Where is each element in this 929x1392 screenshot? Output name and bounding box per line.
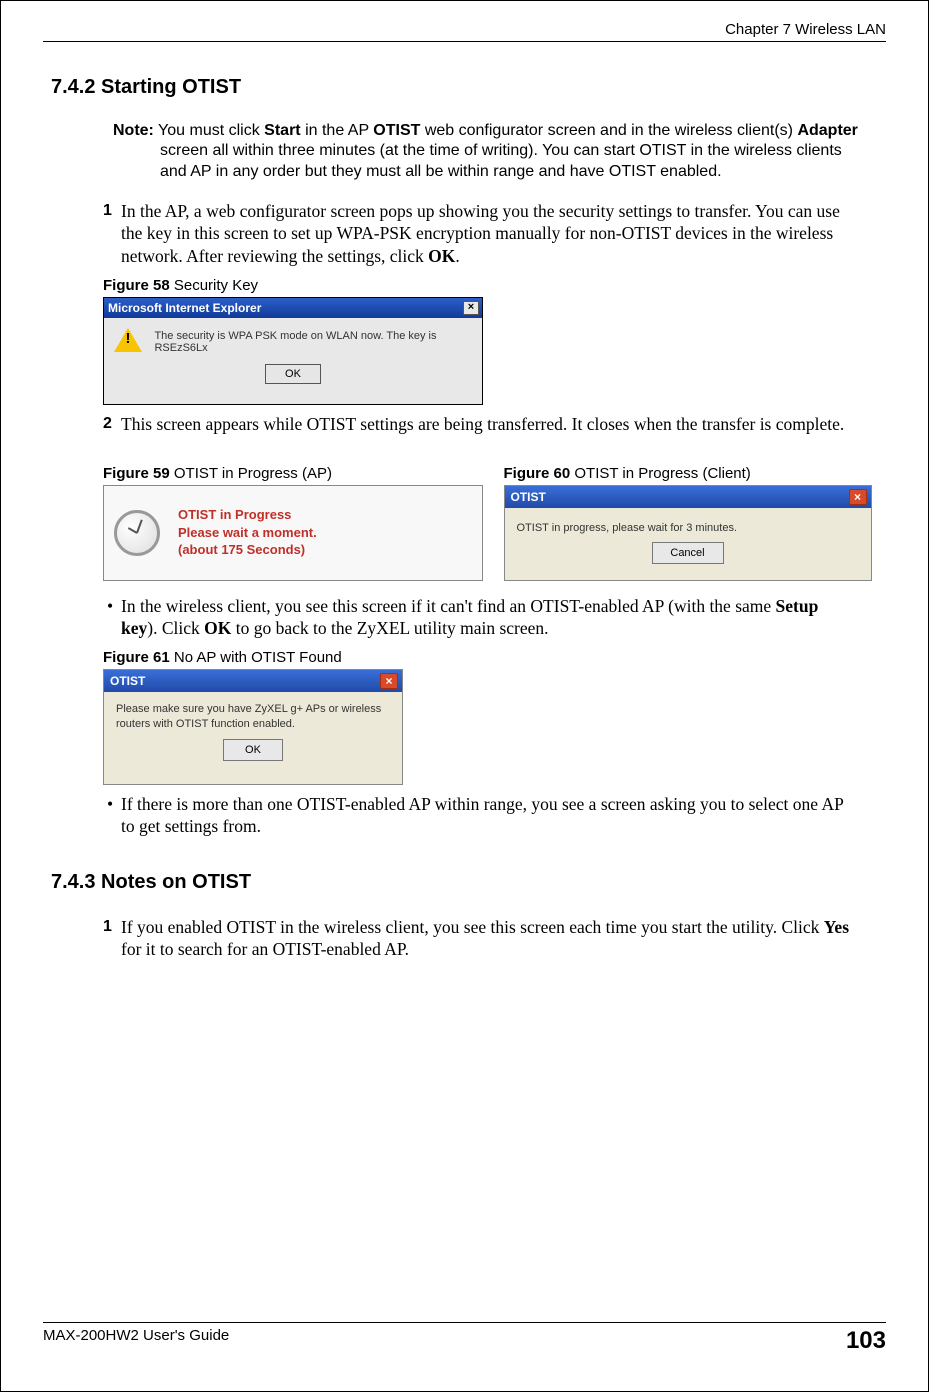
close-icon[interactable]: × [463, 301, 479, 315]
close-icon[interactable]: × [380, 673, 398, 689]
figure-60-label: Figure 60 [504, 465, 575, 482]
note-text-1: You must click [154, 122, 264, 139]
clock-icon [114, 510, 160, 556]
fig58-titlebar: Microsoft Internet Explorer × [104, 298, 482, 318]
fig61-title-text: OTIST [110, 674, 145, 688]
section743-step1-a: If you enabled OTIST in the wireless cli… [121, 917, 824, 937]
section743-step1-b: Yes [824, 917, 849, 937]
section743-step-1-number: 1 [103, 917, 112, 937]
step-1-text-c: . [455, 246, 459, 266]
section-743-heading: 7.4.3 Notes on OTIST [51, 871, 886, 894]
step-2: 2 This screen appears while OTIST settin… [121, 413, 858, 435]
cancel-button[interactable]: Cancel [652, 542, 724, 564]
bullet1-d: OK [204, 618, 231, 638]
step-1: 1 In the AP, a web configurator screen p… [121, 200, 858, 266]
bullet1-e: to go back to the ZyXEL utility main scr… [231, 618, 548, 638]
figure-59-dialog: OTIST in Progress Please wait a moment. … [103, 485, 483, 581]
figure-61-label: Figure 61 [103, 649, 174, 666]
step-2-number: 2 [103, 414, 112, 434]
section743-step-1: 1 If you enabled OTIST in the wireless c… [121, 916, 858, 960]
bullet-2: • If there is more than one OTIST-enable… [121, 793, 858, 837]
figure-59-title: OTIST in Progress (AP) [174, 465, 332, 482]
note-bold-start: Start [264, 122, 300, 139]
footer-guide-name: MAX-200HW2 User's Guide [43, 1327, 229, 1344]
fig60-titlebar: OTIST × [505, 486, 871, 508]
warning-icon [114, 328, 140, 356]
fig58-message: The security is WPA PSK mode on WLAN now… [154, 330, 474, 354]
page-footer: MAX-200HW2 User's Guide 103 [43, 1322, 886, 1355]
fig59-line1: OTIST in Progress [178, 507, 291, 522]
note-block: Note: You must click Start in the AP OTI… [113, 121, 858, 182]
fig60-message: OTIST in progress, please wait for 3 min… [505, 508, 871, 540]
figure-58-dialog: Microsoft Internet Explorer × The securi… [103, 297, 483, 405]
bullet1-c: ). Click [147, 618, 204, 638]
fig59-line3: (about 175 Seconds) [178, 542, 305, 557]
note-text-4: screen all within three minutes (at the … [160, 142, 842, 179]
figure-61-dialog: OTIST × Please make sure you have ZyXEL … [103, 669, 403, 785]
figure-58-caption: Figure 58 Security Key [103, 277, 886, 294]
note-text-3: web configurator screen and in the wirel… [420, 122, 797, 139]
note-bold-adapter: Adapter [797, 122, 857, 139]
figure-60-caption: Figure 60 OTIST in Progress (Client) [504, 465, 887, 482]
figure-61-caption: Figure 61 No AP with OTIST Found [103, 649, 886, 666]
fig58-title-text: Microsoft Internet Explorer [108, 301, 261, 315]
figure-59-label: Figure 59 [103, 465, 174, 482]
figure-59-caption: Figure 59 OTIST in Progress (AP) [103, 465, 486, 482]
step-2-text: This screen appears while OTIST settings… [121, 414, 844, 434]
note-text-2: in the AP [301, 122, 374, 139]
section-742-heading: 7.4.2 Starting OTIST [51, 76, 886, 99]
bullet2-text: If there is more than one OTIST-enabled … [121, 794, 843, 836]
figure-58-label: Figure 58 [103, 277, 174, 294]
fig59-line2: Please wait a moment. [178, 525, 317, 540]
note-bold-otist: OTIST [373, 122, 420, 139]
step-1-ok: OK [428, 246, 455, 266]
fig61-titlebar: OTIST × [104, 670, 402, 692]
section743-step1-c: for it to search for an OTIST-enabled AP… [121, 939, 409, 959]
ok-button[interactable]: OK [265, 364, 321, 384]
chapter-header: Chapter 7 Wireless LAN [43, 21, 886, 42]
figure-61-title: No AP with OTIST Found [174, 649, 342, 666]
close-icon[interactable]: × [849, 489, 867, 505]
fig61-message: Please make sure you have ZyXEL g+ APs o… [104, 692, 402, 736]
bullet-dot-icon: • [107, 793, 113, 815]
figure-58-title: Security Key [174, 277, 258, 294]
figure-60-dialog: OTIST × OTIST in progress, please wait f… [504, 485, 872, 581]
fig60-title-text: OTIST [511, 490, 546, 504]
figure-60-title: OTIST in Progress (Client) [574, 465, 750, 482]
step-1-text-a: In the AP, a web configurator screen pop… [121, 201, 840, 265]
footer-page-number: 103 [846, 1327, 886, 1355]
ok-button[interactable]: OK [223, 739, 283, 761]
fig59-message: OTIST in Progress Please wait a moment. … [178, 506, 317, 559]
step-1-number: 1 [103, 201, 112, 221]
note-label: Note: [113, 122, 154, 139]
bullet1-a: In the wireless client, you see this scr… [121, 596, 776, 616]
bullet-1: • In the wireless client, you see this s… [121, 595, 858, 639]
bullet-dot-icon: • [107, 595, 113, 617]
